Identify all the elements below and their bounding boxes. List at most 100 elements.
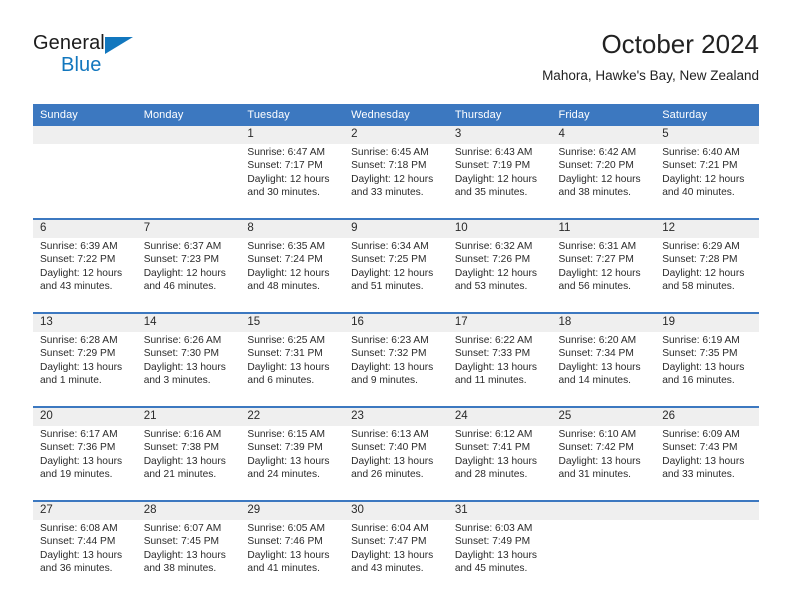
- day-cell-details[interactable]: Sunrise: 6:12 AM Sunset: 7:41 PM Daylight:…: [447, 426, 552, 501]
- day-cell-details[interactable]: Sunrise: 6:42 AM Sunset: 7:20 PM Daylight:…: [551, 144, 656, 219]
- day-detail-line: and 3 minutes.: [143, 375, 211, 387]
- day-cell-details[interactable]: Sunrise: 6:47 AM Sunset: 7:17 PM Daylight:…: [240, 144, 345, 219]
- day-number-empty: [551, 500, 656, 520]
- day-detail-line: and 43 minutes.: [351, 563, 424, 575]
- day-number[interactable]: 26: [655, 406, 759, 426]
- day-number[interactable]: 25: [551, 406, 656, 426]
- day-cell-details[interactable]: Sunrise: 6:45 AM Sunset: 7:18 PM Daylight:…: [344, 144, 448, 219]
- day-detail-line: Daylight: 13 hours: [143, 361, 226, 373]
- day-cell-details[interactable]: Sunrise: 6:13 AM Sunset: 7:40 PM Daylight:…: [344, 426, 448, 501]
- day-detail-line: Daylight: 13 hours: [247, 549, 330, 561]
- week-date-row: 13 14 15 16 17 18 19: [33, 312, 759, 332]
- day-number[interactable]: 10: [447, 218, 552, 238]
- day-detail-line: Sunset: 7:47 PM: [351, 536, 427, 548]
- day-number[interactable]: 14: [136, 312, 241, 332]
- day-number[interactable]: 30: [344, 500, 448, 520]
- day-detail-line: and 43 minutes.: [40, 281, 113, 293]
- day-cell-details[interactable]: Sunrise: 6:34 AM Sunset: 7:25 PM Daylight:…: [344, 238, 448, 313]
- day-cell-details[interactable]: Sunrise: 6:03 AM Sunset: 7:49 PM Daylight:…: [447, 520, 552, 594]
- day-number[interactable]: 17: [447, 312, 552, 332]
- day-number[interactable]: 29: [240, 500, 345, 520]
- day-detail-line: Sunrise: 6:42 AM: [558, 147, 637, 158]
- day-number[interactable]: 24: [447, 406, 552, 426]
- day-cell-details[interactable]: Sunrise: 6:20 AM Sunset: 7:34 PM Daylight:…: [551, 332, 656, 407]
- day-cell-details[interactable]: Sunrise: 6:05 AM Sunset: 7:46 PM Daylight:…: [240, 520, 345, 594]
- day-detail-line: Sunset: 7:29 PM: [40, 348, 116, 360]
- day-cell-details[interactable]: Sunrise: 6:08 AM Sunset: 7:44 PM Daylight:…: [33, 520, 137, 594]
- day-detail-line: Daylight: 13 hours: [40, 455, 123, 467]
- day-number[interactable]: 16: [344, 312, 448, 332]
- week-date-row: 27 28 29 30 31: [33, 500, 759, 520]
- day-number[interactable]: 18: [551, 312, 656, 332]
- page-header: General Blue October 2024 Mahora, Hawke'…: [33, 28, 759, 96]
- day-number[interactable]: 22: [240, 406, 345, 426]
- day-number[interactable]: 21: [136, 406, 241, 426]
- week-info-row: Sunrise: 6:39 AM Sunset: 7:22 PM Daylight:…: [33, 238, 759, 313]
- day-number[interactable]: 28: [136, 500, 241, 520]
- day-number[interactable]: 23: [344, 406, 448, 426]
- day-number[interactable]: 31: [447, 500, 552, 520]
- day-detail-line: Daylight: 13 hours: [40, 549, 123, 561]
- day-cell-details[interactable]: Sunrise: 6:19 AM Sunset: 7:35 PM Daylight:…: [655, 332, 759, 407]
- day-number[interactable]: 2: [344, 126, 448, 144]
- day-number[interactable]: 13: [33, 312, 137, 332]
- day-cell-details[interactable]: Sunrise: 6:17 AM Sunset: 7:36 PM Daylight:…: [33, 426, 137, 501]
- day-cell-details[interactable]: Sunrise: 6:32 AM Sunset: 7:26 PM Daylight:…: [447, 238, 552, 313]
- day-detail-line: Sunset: 7:20 PM: [558, 160, 634, 172]
- day-cell-details[interactable]: Sunrise: 6:10 AM Sunset: 7:42 PM Daylight:…: [551, 426, 656, 501]
- day-cell-details[interactable]: Sunrise: 6:23 AM Sunset: 7:32 PM Daylight:…: [344, 332, 448, 407]
- day-detail-line: Sunset: 7:38 PM: [143, 442, 220, 454]
- day-detail-line: Sunset: 7:26 PM: [454, 254, 531, 266]
- day-number[interactable]: 4: [551, 126, 656, 144]
- day-cell-details[interactable]: Sunrise: 6:15 AM Sunset: 7:39 PM Daylight:…: [240, 426, 345, 501]
- day-detail-line: and 53 minutes.: [454, 281, 528, 293]
- day-cell-details[interactable]: Sunrise: 6:07 AM Sunset: 7:45 PM Daylight:…: [136, 520, 241, 594]
- day-cell-details[interactable]: Sunrise: 6:40 AM Sunset: 7:21 PM Daylight:…: [655, 144, 759, 219]
- day-detail-line: Sunrise: 6:15 AM: [247, 429, 325, 440]
- day-number[interactable]: 15: [240, 312, 345, 332]
- day-number[interactable]: 5: [655, 126, 759, 144]
- day-cell-details[interactable]: Sunrise: 6:16 AM Sunset: 7:38 PM Daylight:…: [136, 426, 241, 501]
- day-number[interactable]: 19: [655, 312, 759, 332]
- day-detail-line: Sunrise: 6:10 AM: [558, 429, 637, 440]
- calendar-body: 1 2 3 4 5 Sunrise: 6:47 AM Sunset: 7:17 PM Dayl…: [33, 126, 759, 594]
- day-detail-line: and 28 minutes.: [454, 469, 528, 481]
- weekday-header-friday: Friday: [551, 104, 656, 126]
- day-cell-details[interactable]: Sunrise: 6:04 AM Sunset: 7:47 PM Daylight:…: [344, 520, 448, 594]
- day-detail-line: Sunrise: 6:17 AM: [40, 429, 118, 440]
- day-number[interactable]: 3: [447, 126, 552, 144]
- day-cell-details[interactable]: Sunrise: 6:26 AM Sunset: 7:30 PM Daylight:…: [136, 332, 241, 407]
- day-detail-line: Sunrise: 6:26 AM: [143, 335, 222, 346]
- day-detail-line: Sunset: 7:39 PM: [247, 442, 323, 454]
- day-detail-line: Sunrise: 6:12 AM: [454, 429, 533, 440]
- day-number[interactable]: 7: [136, 218, 241, 238]
- day-cell-details[interactable]: Sunrise: 6:31 AM Sunset: 7:27 PM Daylight:…: [551, 238, 656, 313]
- day-cell-details[interactable]: Sunrise: 6:39 AM Sunset: 7:22 PM Daylight:…: [33, 238, 137, 313]
- day-detail-line: Sunrise: 6:39 AM: [40, 241, 118, 252]
- day-cell-details[interactable]: Sunrise: 6:35 AM Sunset: 7:24 PM Daylight:…: [240, 238, 345, 313]
- brand-logo[interactable]: General Blue: [33, 32, 163, 84]
- day-detail-line: Daylight: 12 hours: [558, 267, 641, 279]
- day-number[interactable]: 20: [33, 406, 137, 426]
- day-number[interactable]: 8: [240, 218, 345, 238]
- day-number[interactable]: 1: [240, 126, 345, 144]
- day-cell-details[interactable]: Sunrise: 6:43 AM Sunset: 7:19 PM Daylight:…: [447, 144, 552, 219]
- day-number[interactable]: 6: [33, 218, 137, 238]
- day-cell-details[interactable]: Sunrise: 6:09 AM Sunset: 7:43 PM Daylight:…: [655, 426, 759, 501]
- day-cell-details[interactable]: Sunrise: 6:22 AM Sunset: 7:33 PM Daylight:…: [447, 332, 552, 407]
- weekday-header-monday: Monday: [136, 104, 241, 126]
- day-detail-line: Sunset: 7:42 PM: [558, 442, 634, 454]
- day-detail-line: and 24 minutes.: [247, 469, 320, 481]
- day-detail-line: Sunrise: 6:29 AM: [662, 241, 740, 252]
- day-number[interactable]: 9: [344, 218, 448, 238]
- day-cell-details[interactable]: Sunrise: 6:28 AM Sunset: 7:29 PM Daylight:…: [33, 332, 137, 407]
- day-detail-line: Daylight: 13 hours: [143, 455, 226, 467]
- day-number[interactable]: 27: [33, 500, 137, 520]
- day-detail-line: Sunset: 7:44 PM: [40, 536, 116, 548]
- day-cell-details[interactable]: Sunrise: 6:25 AM Sunset: 7:31 PM Daylight:…: [240, 332, 345, 407]
- day-detail-line: Daylight: 12 hours: [454, 173, 537, 185]
- day-number[interactable]: 12: [655, 218, 759, 238]
- day-cell-details[interactable]: Sunrise: 6:37 AM Sunset: 7:23 PM Daylight:…: [136, 238, 241, 313]
- day-number[interactable]: 11: [551, 218, 656, 238]
- day-cell-details[interactable]: Sunrise: 6:29 AM Sunset: 7:28 PM Daylight:…: [655, 238, 759, 313]
